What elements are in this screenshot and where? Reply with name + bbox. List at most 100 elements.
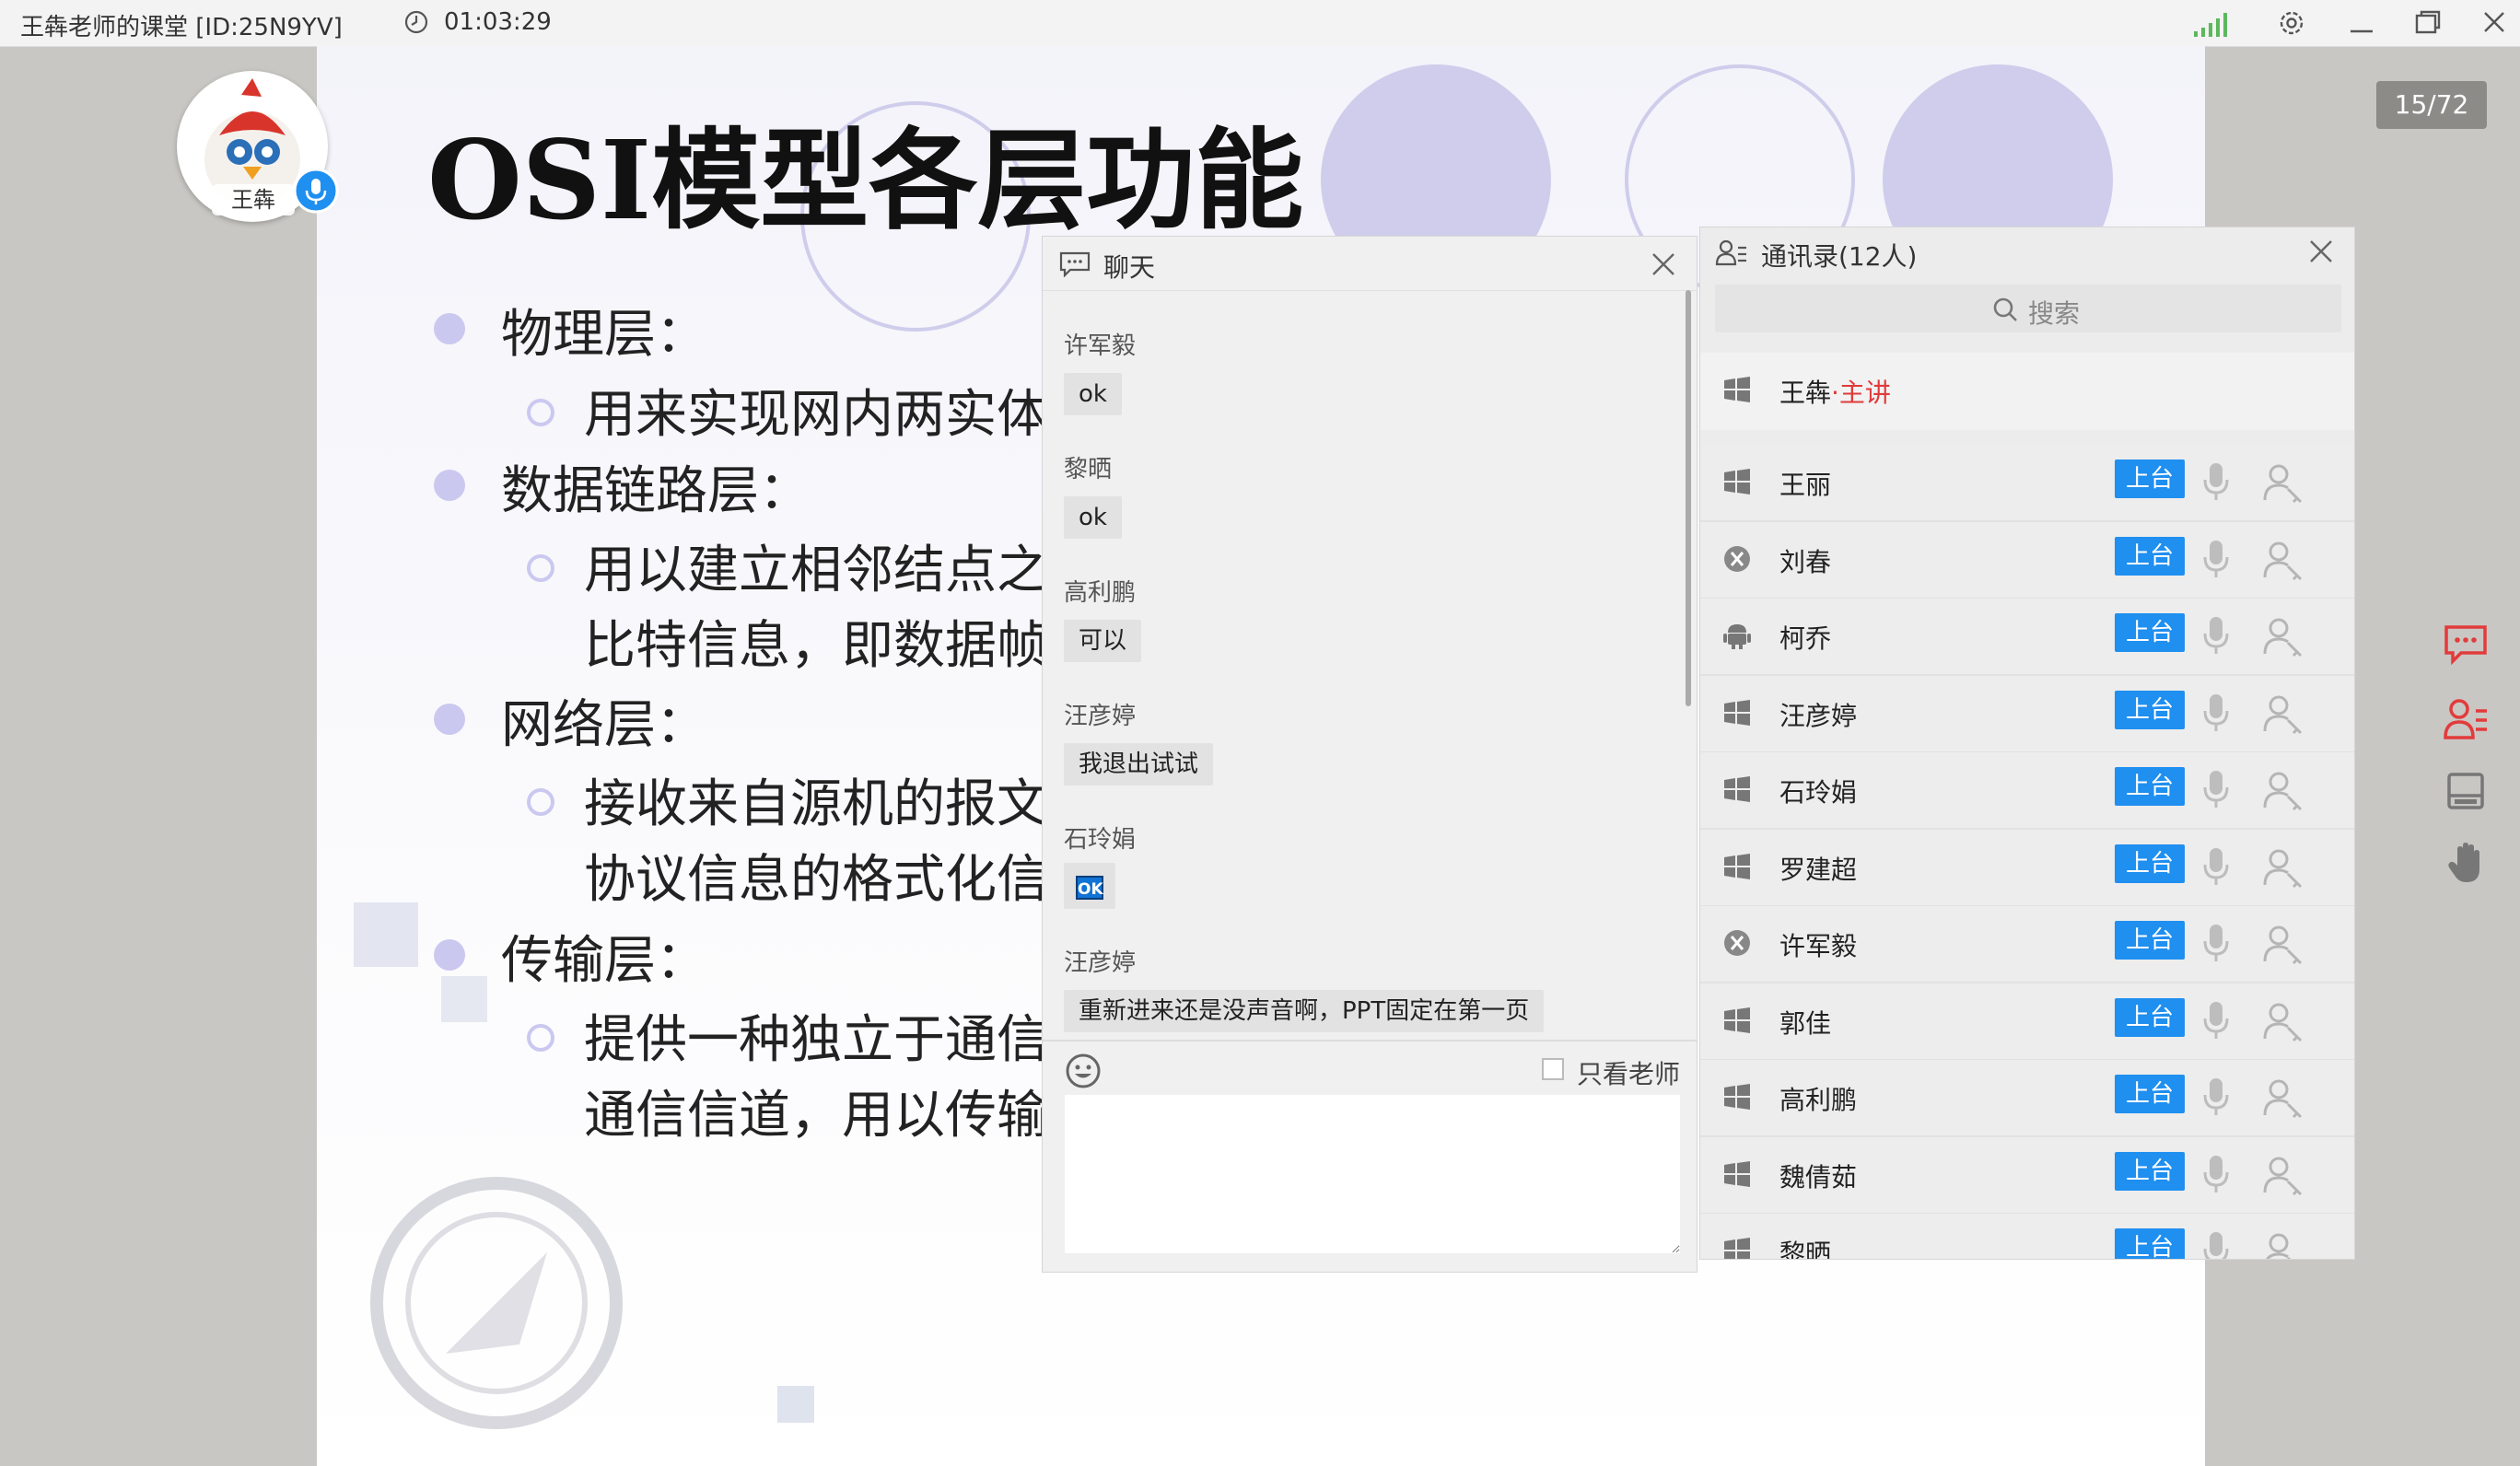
microphone-icon[interactable] (2198, 1075, 2234, 1119)
microphone-icon[interactable] (293, 168, 339, 214)
chat-title: 聊天 (1103, 252, 1156, 283)
member-row[interactable]: 王丽 上台 (1700, 445, 2354, 522)
sub-bullet-text: 用以建立相邻结点之 (584, 541, 1048, 600)
chat-toggle-icon[interactable] (2443, 622, 2489, 668)
message-sender: 汪彦婷 (1064, 703, 1137, 730)
put-on-stage-button[interactable]: 上台 (2115, 613, 2185, 652)
user-permission-icon[interactable] (2262, 461, 2304, 504)
close-window-icon[interactable] (2478, 7, 2511, 39)
member-row[interactable]: 郭佳 上台 (1700, 983, 2354, 1061)
contacts-search-input[interactable]: 搜索 (1715, 285, 2341, 332)
bullet-text: 物理层： (501, 305, 707, 365)
user-permission-icon[interactable] (2262, 1076, 2304, 1119)
microphone-icon[interactable] (2198, 921, 2234, 965)
message-sender: 许军毅 (1064, 332, 1137, 360)
put-on-stage-button[interactable]: 上台 (2115, 1151, 2185, 1191)
member-name: 柯乔 (1779, 623, 1832, 654)
put-on-stage-button[interactable]: 上台 (2115, 1228, 2185, 1259)
user-permission-icon[interactable] (2262, 615, 2304, 657)
university-seal-icon (370, 1177, 623, 1429)
put-on-stage-button[interactable]: 上台 (2115, 536, 2185, 576)
only-teacher-checkbox[interactable] (1542, 1058, 1564, 1080)
member-row[interactable]: 石玲娟 上台 (1700, 752, 2354, 830)
decorative-square (441, 976, 487, 1022)
decorative-square (777, 1386, 814, 1423)
bullet-dot (434, 939, 465, 971)
sub-bullet-text: 比特信息，即数据帧 (584, 616, 1048, 676)
put-on-stage-button[interactable]: 上台 (2115, 1075, 2185, 1113)
signal-icon (2194, 13, 2227, 37)
message-bubble: 可以 (1064, 620, 1142, 662)
sub-bullet-text: 提供一种独立于通信 (584, 1010, 1048, 1070)
android-icon (1723, 624, 1751, 649)
member-row[interactable]: 许军毅 上台 (1700, 906, 2354, 983)
microphone-icon[interactable] (2198, 998, 2234, 1042)
member-row[interactable]: 魏倩茹 上台 (1700, 1136, 2354, 1215)
put-on-stage-button[interactable]: 上台 (2115, 921, 2185, 960)
chat-scrollbar[interactable] (1686, 290, 1691, 706)
chat-divider (1043, 1040, 1697, 1041)
member-name: 郭佳 (1779, 1007, 1832, 1039)
user-permission-icon[interactable] (2262, 769, 2304, 811)
user-permission-icon[interactable] (2262, 692, 2304, 735)
chat-input[interactable] (1065, 1095, 1680, 1253)
message-sender: 石玲娟 (1064, 826, 1137, 854)
message-sender: 汪彦婷 (1064, 949, 1137, 977)
bullet-dot (434, 470, 465, 501)
member-name: 魏倩茹 (1779, 1161, 1858, 1193)
close-icon[interactable] (1649, 250, 1678, 279)
presenter-name: 王犇 (212, 184, 295, 215)
member-row[interactable]: 高利鹏 上台 (1700, 1060, 2354, 1137)
sub-bullet-text: 用来实现网内两实体 (584, 385, 1048, 445)
clock-icon (404, 10, 428, 34)
member-row[interactable]: 刘春 上台 (1700, 521, 2354, 599)
windows-icon (1724, 776, 1750, 802)
microphone-icon[interactable] (2198, 691, 2234, 735)
host-name: 王犇·主讲 (1779, 378, 1891, 408)
put-on-stage-button[interactable]: 上台 (2115, 767, 2185, 806)
user-permission-icon[interactable] (2262, 1230, 2304, 1260)
emoji-icon[interactable] (1065, 1053, 1102, 1089)
only-teacher-label: 只看老师 (1577, 1059, 1681, 1089)
contacts-panel: 通讯录(12人) 搜索 王犇·主讲 王丽 上台 刘春 上台 柯乔 上台 汪彦婷 上台 石玲娟 上台… (1699, 227, 2355, 1260)
user-permission-icon[interactable] (2262, 846, 2304, 889)
put-on-stage-button[interactable]: 上台 (2115, 460, 2185, 498)
maximize-icon[interactable] (2411, 7, 2444, 39)
user-permission-icon[interactable] (2262, 1000, 2304, 1042)
elapsed-time: 01:03:29 (444, 8, 552, 36)
raise-hand-icon[interactable] (2443, 840, 2489, 886)
user-permission-icon[interactable] (2262, 1154, 2304, 1196)
mac-icon (1724, 545, 1750, 572)
minimize-icon[interactable] (2345, 7, 2378, 39)
contacts-toggle-icon[interactable] (2443, 696, 2489, 742)
member-row[interactable]: 柯乔 上台 (1700, 599, 2354, 676)
put-on-stage-button[interactable]: 上台 (2115, 844, 2185, 883)
member-name: 王丽 (1779, 470, 1832, 500)
contacts-header: 通讯录(12人) (1700, 227, 2354, 275)
settings-gear-icon[interactable] (2275, 7, 2308, 39)
microphone-icon[interactable] (2198, 767, 2234, 811)
contacts-title: 通讯录(12人) (1761, 241, 1918, 272)
chat-panel: 聊天 许军毅 ok 黎晒 ok 高利鹏 可以 汪彦婷 我退出试试 石玲娟 OK … (1042, 236, 1698, 1273)
whiteboard-icon[interactable] (2443, 768, 2489, 814)
close-icon[interactable] (2306, 237, 2336, 266)
contacts-icon (1715, 239, 1746, 266)
windows-icon (1724, 469, 1750, 494)
microphone-icon[interactable] (2198, 1228, 2234, 1260)
microphone-icon[interactable] (2198, 537, 2234, 581)
put-on-stage-button[interactable]: 上台 (2115, 690, 2185, 729)
member-row[interactable]: 罗建超 上台 (1700, 829, 2354, 907)
member-row[interactable]: 汪彦婷 上台 (1700, 675, 2354, 753)
user-permission-icon[interactable] (2262, 923, 2304, 965)
microphone-icon[interactable] (2198, 613, 2234, 657)
put-on-stage-button[interactable]: 上台 (2115, 997, 2185, 1037)
member-name: 汪彦婷 (1779, 700, 1858, 731)
user-permission-icon[interactable] (2262, 539, 2304, 581)
member-name: 石玲娟 (1779, 777, 1858, 808)
microphone-icon[interactable] (2198, 460, 2234, 504)
microphone-icon[interactable] (2198, 1152, 2234, 1196)
microphone-icon[interactable] (2198, 844, 2234, 889)
window-title: 王犇老师的课堂 [ID:25N9YV] (20, 14, 343, 41)
member-row[interactable]: 黎晒 上台 (1700, 1214, 2354, 1260)
host-row[interactable]: 王犇·主讲 (1700, 353, 2354, 430)
